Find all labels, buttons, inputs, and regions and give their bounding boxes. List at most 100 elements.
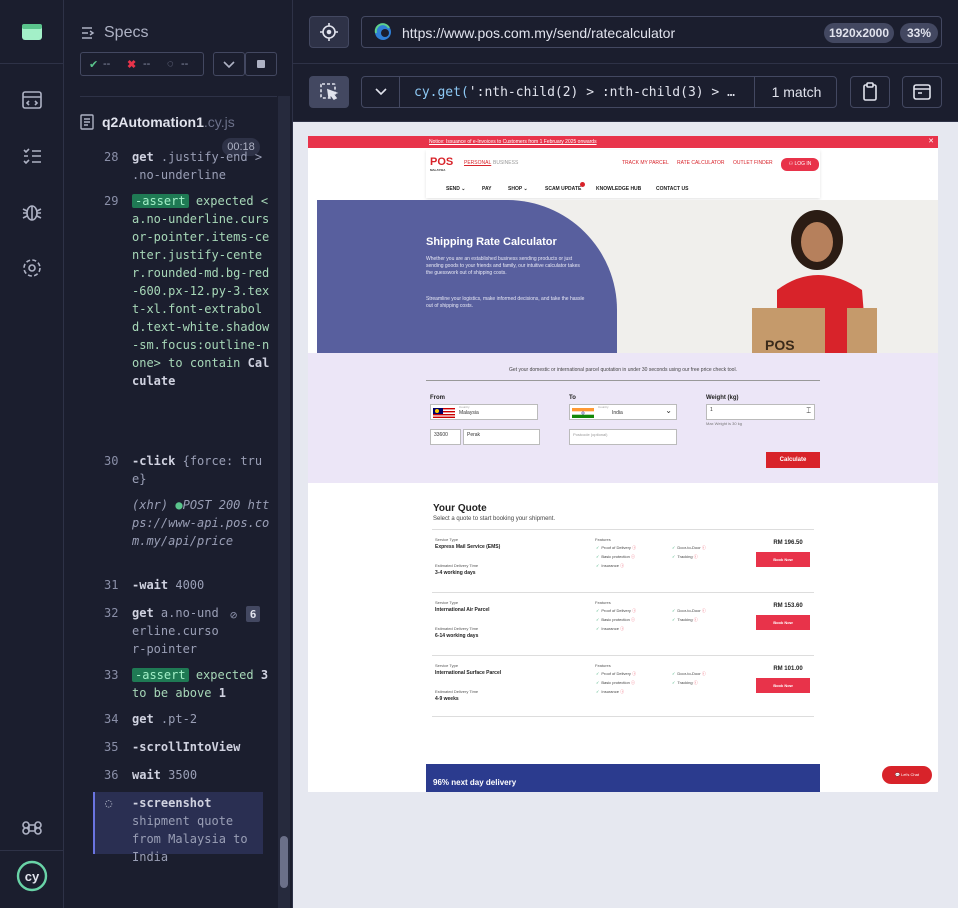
selector-playground-bar: cy.get(':nth-child(2) > :nth-child(3) > … bbox=[293, 64, 958, 122]
command-arg: 3 bbox=[260, 668, 269, 682]
spec-file-ext: .cy.js bbox=[203, 114, 235, 130]
info-icon: ⓘ bbox=[630, 680, 635, 685]
quote-row[interactable]: Service Type Express Mail Service (EMS) … bbox=[432, 529, 814, 591]
check-icon: ✓ bbox=[596, 689, 600, 694]
service-name: Express Mail Service (EMS) bbox=[435, 544, 501, 550]
service-type-caption: Service Type bbox=[435, 663, 459, 668]
personal-tab[interactable]: PERSONAL bbox=[464, 160, 491, 166]
pos-logo[interactable]: POS MALAYSIA bbox=[430, 156, 454, 172]
nav-shop[interactable]: SHOP ⌄ bbox=[508, 186, 528, 192]
cypress-logo-icon[interactable]: cy bbox=[16, 860, 48, 892]
rate-calculator-link[interactable]: RATE CALCULATOR bbox=[677, 160, 725, 166]
info-icon: ⓘ bbox=[693, 554, 698, 559]
info-icon: ⓘ bbox=[632, 608, 637, 613]
cursor-icon: ⌶ bbox=[806, 406, 811, 415]
svg-text:cy: cy bbox=[25, 869, 40, 884]
keyboard-shortcuts-icon[interactable] bbox=[20, 816, 44, 840]
print-to-console-button[interactable] bbox=[902, 76, 942, 108]
collapse-button[interactable] bbox=[213, 52, 245, 76]
page-url: https://www.pos.com.my/send/ratecalculat… bbox=[402, 25, 676, 41]
from-postcode-input[interactable]: 33600 bbox=[430, 429, 461, 445]
copy-selector-button[interactable] bbox=[850, 76, 890, 108]
cursor-select-icon bbox=[320, 83, 339, 101]
command-name: get bbox=[132, 150, 154, 164]
chevron-down-icon[interactable] bbox=[362, 77, 400, 107]
info-icon: ⓘ bbox=[701, 671, 706, 676]
nav-send[interactable]: SEND ⌄ bbox=[446, 186, 466, 192]
scrollbar-thumb[interactable] bbox=[280, 836, 288, 888]
india-flag-icon bbox=[572, 408, 594, 418]
info-icon: ⓘ bbox=[701, 545, 706, 550]
command-arg: shipment quote from Malaysia to India bbox=[132, 814, 248, 864]
feature-item: ✓ Tracking ⓘ bbox=[672, 680, 698, 685]
selector-query: ':nth-child(2) > :nth-child(3) > … bbox=[468, 85, 735, 100]
feature-item: ✓ Door-to-Door ⓘ bbox=[672, 545, 706, 550]
command-name: -screenshot bbox=[132, 796, 212, 810]
notification-dot-icon bbox=[580, 182, 585, 187]
check-icon: ✓ bbox=[596, 608, 600, 613]
feature-item: ✓ Insurance ⓘ bbox=[596, 563, 625, 568]
settings-gear-icon[interactable] bbox=[20, 256, 44, 280]
from-state-input[interactable]: Perak bbox=[463, 429, 540, 445]
book-now-button[interactable]: Book Now bbox=[756, 678, 810, 693]
nav-contact-us[interactable]: CONTACT US bbox=[656, 186, 688, 192]
command-name: get bbox=[132, 712, 154, 726]
book-now-button[interactable]: Book Now bbox=[756, 552, 810, 567]
weight-input[interactable]: 1 ⌶ bbox=[706, 404, 815, 420]
debug-bug-icon[interactable] bbox=[20, 200, 44, 224]
command-arg: 1 bbox=[218, 686, 226, 700]
xhr-status: POST 200 bbox=[182, 498, 241, 512]
check-icon: ✓ bbox=[672, 608, 676, 613]
active-command-row[interactable]: ◌ -screenshot shipment quote from Malays… bbox=[93, 792, 263, 864]
specs-nav-icon[interactable] bbox=[20, 88, 44, 112]
assert-badge: -assert bbox=[132, 194, 189, 208]
cypress-app-icon[interactable] bbox=[20, 20, 44, 44]
calculate-button[interactable]: Calculate bbox=[766, 452, 820, 468]
from-label: From bbox=[430, 395, 445, 401]
malaysia-flag-icon bbox=[433, 408, 455, 418]
from-country-select[interactable]: Country Malaysia bbox=[430, 404, 538, 420]
element-picker-button[interactable] bbox=[309, 76, 349, 108]
notice-banner[interactable]: Notice: Issuance of e-Invoices to Custom… bbox=[308, 136, 938, 148]
check-icon: ✓ bbox=[672, 545, 676, 550]
check-icon: ✓ bbox=[596, 545, 600, 550]
features-caption: Features bbox=[595, 537, 611, 542]
check-icon: ✓ bbox=[596, 626, 600, 631]
delivery-time-caption: Estimated Delivery Time bbox=[435, 563, 479, 568]
to-country-select[interactable]: Country India ⌄ bbox=[569, 404, 677, 420]
feature-item: ✓ Tracking ⓘ bbox=[672, 617, 698, 622]
viewport-size-badge[interactable]: 1920x2000 bbox=[824, 23, 894, 43]
hero-title: Shipping Rate Calculator bbox=[426, 236, 557, 248]
close-icon[interactable]: ✕ bbox=[928, 136, 934, 148]
command-number: 33 bbox=[104, 668, 119, 682]
login-button[interactable]: ⚇ LOG IN bbox=[781, 158, 819, 171]
quote-row[interactable]: Service Type International Air Parcel Es… bbox=[432, 592, 814, 654]
outlet-finder-link[interactable]: OUTLET FINDER bbox=[733, 160, 773, 166]
zoom-badge[interactable]: 33% bbox=[900, 23, 938, 43]
info-icon: ⓘ bbox=[630, 554, 635, 559]
business-tab[interactable]: BUSINESS bbox=[493, 160, 518, 166]
to-postcode-input[interactable]: Postcode (optional) bbox=[569, 429, 677, 445]
nav-scam-update[interactable]: SCAM UPDATE bbox=[545, 186, 581, 192]
spec-file-title[interactable]: q2Automation1.cy.js bbox=[80, 114, 235, 130]
nav-pay[interactable]: PAY bbox=[482, 186, 491, 192]
delivery-time: 3-4 working days bbox=[435, 570, 476, 576]
selector-input[interactable]: cy.get(':nth-child(2) > :nth-child(3) > … bbox=[361, 76, 837, 108]
url-bar[interactable]: https://www.pos.com.my/send/ratecalculat… bbox=[361, 16, 942, 48]
log-scrollbar[interactable] bbox=[278, 96, 290, 908]
book-now-button[interactable]: Book Now bbox=[756, 615, 810, 630]
track-parcel-link[interactable]: TRACK MY PARCEL bbox=[622, 160, 669, 166]
logo-subtext: MALAYSIA bbox=[430, 168, 446, 172]
feature-item: ✓ Door-to-Door ⓘ bbox=[672, 671, 706, 676]
command-arg: expected bbox=[195, 668, 254, 682]
stop-icon bbox=[257, 60, 265, 68]
nav-knowledge-hub[interactable]: KNOWLEDGE HUB bbox=[596, 186, 641, 192]
notice-text: Notice: Issuance of e-Invoices to Custom… bbox=[429, 139, 597, 145]
command-number: 29 bbox=[104, 194, 119, 208]
runs-nav-icon[interactable] bbox=[20, 144, 44, 168]
chat-button[interactable]: 💬 Let's Chat bbox=[882, 766, 932, 784]
quote-row[interactable]: Service Type International Surface Parce… bbox=[432, 655, 814, 717]
selector-playground-button[interactable] bbox=[309, 16, 349, 48]
command-name: get bbox=[132, 606, 154, 620]
stop-button[interactable] bbox=[245, 52, 277, 76]
